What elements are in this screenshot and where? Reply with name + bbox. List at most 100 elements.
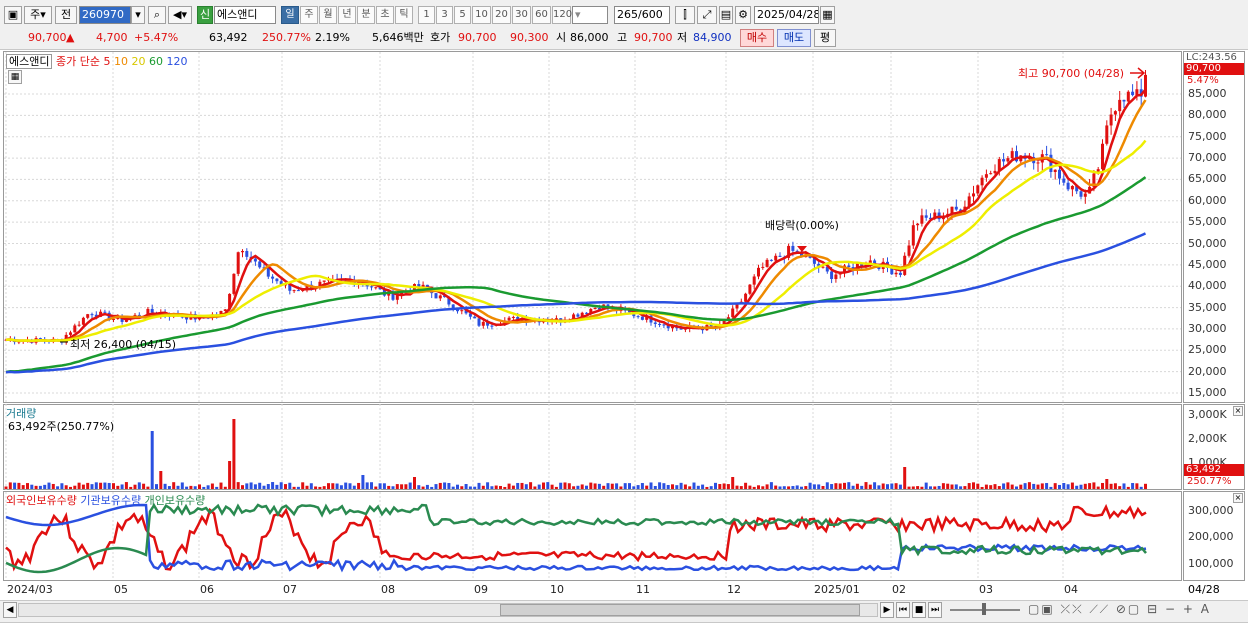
- volume-bar: [800, 486, 803, 489]
- volume-bar: [443, 482, 447, 489]
- volume-bar: [494, 485, 498, 489]
- ma-60-label: 60: [148, 55, 163, 68]
- candle-body: [1079, 191, 1083, 197]
- price-tick: 75,000: [1188, 129, 1227, 143]
- volume-bar: [43, 484, 47, 489]
- volume-bar: [318, 486, 322, 489]
- volume-bar: [554, 486, 558, 489]
- volume-bar: [296, 486, 300, 489]
- volume-bar: [215, 486, 219, 489]
- volume-bar: [636, 485, 640, 489]
- volume-bar: [305, 485, 309, 489]
- volume-bar: [765, 484, 769, 489]
- volume-bar: [228, 461, 232, 489]
- candle-body: [765, 259, 769, 267]
- volume-bar: [563, 482, 567, 489]
- volume-bar: [886, 484, 889, 489]
- ma-60-line: [5, 176, 1147, 374]
- volume-bar: [344, 482, 348, 489]
- ma-120-label: 120: [166, 55, 188, 68]
- price-tick: 25,000: [1188, 343, 1227, 357]
- stop-icon[interactable]: ■: [912, 602, 926, 618]
- volume-bar: [795, 485, 799, 489]
- candle-body: [69, 332, 72, 335]
- volume-bar: [163, 483, 167, 489]
- volume-bar: [752, 486, 756, 489]
- volume-bar: [258, 482, 262, 489]
- price-tick: 85,000: [1188, 87, 1227, 100]
- volume-bar: [17, 482, 21, 489]
- scroll-left-button[interactable]: ◀: [3, 602, 17, 618]
- volume-bar: [120, 484, 124, 489]
- volume-bar: [314, 486, 318, 489]
- candle-body: [241, 251, 244, 253]
- scroll-right-button[interactable]: ▶: [880, 602, 894, 618]
- candle-body: [1006, 158, 1010, 162]
- volume-bar: [782, 486, 786, 489]
- last-pct-label: 5.47%: [1187, 75, 1219, 86]
- volume-bar: [567, 483, 571, 489]
- volume-bar: [722, 483, 726, 489]
- x-axis-label: 12: [727, 583, 741, 596]
- volume-bar: [1045, 483, 1049, 489]
- hold-tick-100k: 100,000: [1188, 557, 1234, 570]
- volume-bar: [718, 484, 722, 489]
- rewind-icon[interactable]: ⏮: [896, 602, 910, 618]
- zoom-slider-handle[interactable]: [982, 603, 986, 615]
- candle-body: [984, 174, 988, 178]
- volume-bar: [51, 483, 55, 489]
- volume-bar: [378, 483, 382, 489]
- candle-body: [757, 267, 760, 277]
- volume-bar: [898, 484, 902, 489]
- volume-bar: [425, 484, 429, 489]
- volume-bar: [301, 482, 305, 489]
- volume-bar: [920, 486, 924, 489]
- volume-bar: [185, 486, 189, 489]
- volume-bar: [4, 486, 8, 489]
- volume-bar: [90, 484, 94, 489]
- panel-menu-icon[interactable]: ▦: [8, 70, 22, 84]
- x-axis-label: 08: [381, 583, 395, 596]
- volume-bar: [1010, 484, 1014, 489]
- volume-bar: [34, 485, 38, 489]
- volume-bar: [959, 486, 963, 489]
- volume-bar: [486, 482, 490, 489]
- volume-bar: [361, 475, 365, 489]
- scroll-thumb[interactable]: [500, 604, 860, 616]
- volume-bar: [236, 482, 240, 489]
- vol-tick-2000k: 2,000K: [1188, 432, 1227, 445]
- forward-icon[interactable]: ⏭: [928, 602, 942, 618]
- inst-holdings-line: [5, 503, 1147, 573]
- volume-bar: [1135, 483, 1139, 489]
- volume-bar: [284, 484, 287, 489]
- volume-bar: [851, 485, 855, 489]
- candle-body: [954, 206, 958, 210]
- vol-close-icon[interactable]: ×: [1233, 406, 1243, 416]
- volume-bar: [8, 482, 12, 489]
- volume-bar: [1092, 482, 1096, 489]
- candle-body: [774, 255, 778, 261]
- candle-body: [1109, 114, 1113, 126]
- volume-bar: [198, 484, 201, 489]
- volume-bar: [155, 484, 158, 489]
- chart-canvas: [4, 52, 1181, 580]
- candle-body: [916, 223, 920, 226]
- candle-body: [150, 308, 154, 313]
- volume-bar: [838, 483, 842, 489]
- volume-bar: [451, 486, 455, 489]
- candle-body: [1010, 151, 1014, 159]
- volume-bar: [993, 484, 997, 489]
- volume-bar: [619, 486, 623, 489]
- tool-icons[interactable]: ▢▣ ⤫⤫ ⟋⟋ ⊘▢ ⊟ − + A: [1028, 602, 1211, 617]
- volume-bar: [150, 431, 154, 489]
- volume-bar: [808, 482, 812, 489]
- volume-bar: [602, 485, 606, 489]
- volume-bar: [335, 483, 339, 489]
- price-tick: 35,000: [1188, 300, 1227, 314]
- volume-bar: [249, 482, 253, 489]
- hold-close-icon[interactable]: ×: [1233, 493, 1243, 503]
- volume-bar: [1015, 486, 1018, 489]
- stock-name-tag: 에스앤디: [6, 54, 53, 69]
- volume-bar: [1139, 486, 1143, 489]
- volume-bar: [877, 485, 881, 489]
